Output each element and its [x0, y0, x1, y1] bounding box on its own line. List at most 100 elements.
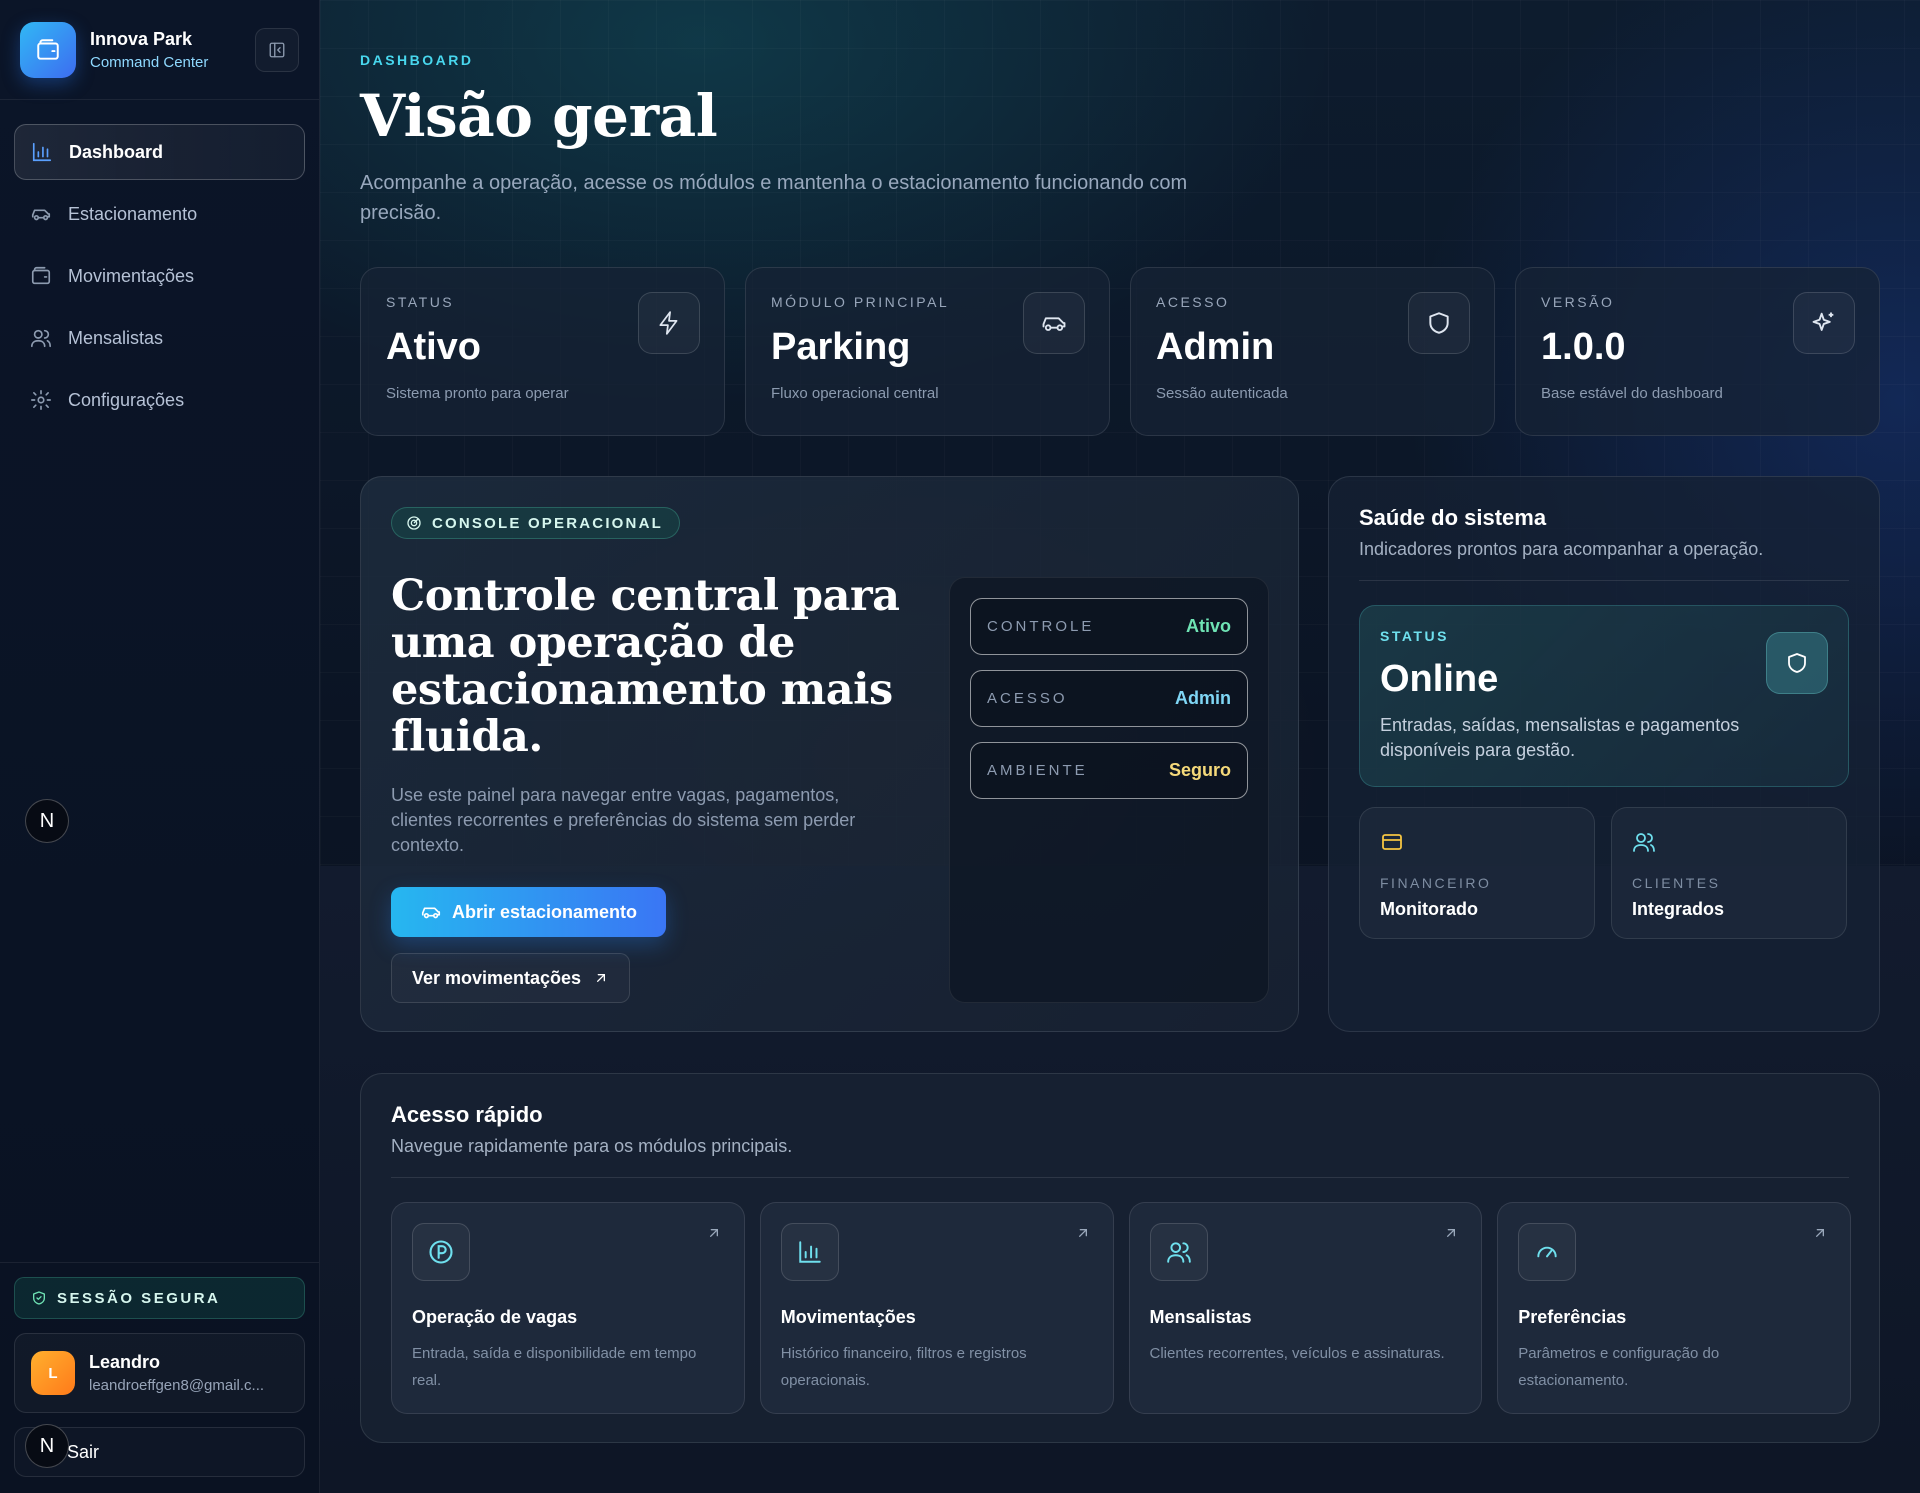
stats-row: STATUS Ativo Sistema pronto para operar …	[360, 267, 1880, 436]
stat-icon-box	[1023, 292, 1085, 354]
quick-card-title: Preferências	[1518, 1307, 1627, 1327]
stat-subtitle: Sessão autenticada	[1156, 385, 1288, 402]
console-badge: CONSOLE OPERACIONAL	[391, 507, 680, 539]
shield-icon	[1788, 653, 1806, 673]
sidebar-item-label: Mensalistas	[68, 327, 164, 348]
users-icon	[1633, 833, 1655, 852]
quick-grid: Operação de vagas Entrada, saída e dispo…	[391, 1202, 1851, 1414]
console-description: Use este painel para navegar entre vagas…	[391, 785, 856, 855]
stat-card-status: STATUS Ativo Sistema pronto para operar	[360, 267, 725, 436]
quick-card-title: Mensalistas	[1149, 1307, 1252, 1327]
panel-collapse-icon	[269, 42, 285, 57]
quick-access: Acesso rápido Navegue rapidamente para o…	[360, 1073, 1880, 1443]
control-value: Admin	[1175, 688, 1231, 708]
credit-card-icon	[1382, 834, 1402, 850]
quick-card-description: Entrada, saída e disponibilidade em temp…	[412, 1345, 697, 1389]
page-title: Visão geral	[360, 82, 718, 150]
chart-bars-icon	[32, 142, 52, 162]
sidebar: Innova Park Command Center Dashboard Est…	[0, 0, 320, 1493]
brand-logo	[20, 21, 76, 78]
stat-card-modulo: MÓDULO PRINCIPAL Parking Fluxo operacion…	[745, 267, 1110, 436]
quick-subtitle: Navegue rapidamente para os módulos prin…	[391, 1136, 793, 1156]
brand-subtitle: Command Center	[90, 53, 209, 71]
control-value: Ativo	[1186, 616, 1231, 636]
stat-icon-box	[1408, 292, 1470, 354]
open-parking-button[interactable]: Abrir estacionamento	[391, 887, 666, 937]
control-row-controle: CONTROLE Ativo	[970, 598, 1248, 655]
mini-value: Monitorado	[1380, 899, 1478, 919]
system-health: Saúde do sistema Indicadores prontos par…	[1328, 476, 1880, 1032]
stat-subtitle: Sistema pronto para operar	[386, 385, 569, 402]
stat-icon-box	[638, 292, 700, 354]
page-description: Acompanhe a operação, acesse os módulos …	[360, 172, 1188, 224]
arrow-up-right-icon	[597, 974, 606, 982]
secure-session-badge: SESSÃO SEGURA	[14, 1277, 305, 1319]
divider	[1359, 580, 1849, 581]
stat-card-acesso: ACESSO Admin Sessão autenticada	[1130, 267, 1495, 436]
bolt-icon	[659, 311, 678, 335]
sidebar-item-configuracoes[interactable]: Configurações	[14, 372, 305, 428]
avatar: L	[31, 1351, 75, 1395]
collapse-sidebar-button[interactable]	[255, 27, 299, 72]
health-subtitle: Indicadores prontos para acompanhar a op…	[1359, 539, 1764, 559]
view-movements-button[interactable]: Ver movimentações	[391, 953, 630, 1003]
quick-card-title: Movimentações	[780, 1307, 916, 1327]
quick-card-description: Parâmetros e configuração do estacioname…	[1518, 1345, 1720, 1389]
sparkles-icon	[1812, 312, 1834, 331]
car-icon	[421, 907, 441, 919]
chart-bars-icon	[799, 1241, 821, 1263]
quick-card-preferencias[interactable]: Preferências Parâmetros e configuração d…	[1497, 1202, 1851, 1414]
quick-card-description: Clientes recorrentes, veículos e assinat…	[1149, 1345, 1445, 1362]
stat-subtitle: Fluxo operacional central	[771, 385, 939, 402]
quick-card-mensalistas[interactable]: Mensalistas Clientes recorrentes, veícul…	[1128, 1202, 1483, 1414]
wallet-icon	[37, 38, 59, 60]
status-description: Entradas, saídas, mensalistas e pagament…	[1380, 715, 1740, 760]
users-icon	[1166, 1242, 1191, 1263]
health-title: Saúde do sistema	[1359, 505, 1547, 530]
gauge-icon	[1537, 1246, 1557, 1258]
shield-check-icon	[33, 1291, 45, 1305]
quick-icon-box	[780, 1223, 839, 1281]
arrow-up-right-icon	[1816, 1229, 1824, 1237]
console-title: Controle central para uma operação de es…	[391, 571, 900, 762]
n-avatar-badge[interactable]: N	[25, 1424, 69, 1468]
page-eyebrow: DASHBOARD	[360, 52, 474, 68]
control-value: Seguro	[1168, 760, 1231, 780]
parking-icon	[429, 1240, 453, 1264]
sidebar-item-dashboard[interactable]: Dashboard	[14, 124, 305, 180]
status-icon-box	[1766, 632, 1828, 694]
user-name: Leandro	[89, 1352, 161, 1372]
status-label: STATUS	[1380, 628, 1449, 644]
shield-icon	[1429, 312, 1449, 334]
stat-subtitle: Base estável do dashboard	[1541, 385, 1723, 402]
sidebar-item-label: Movimentações	[68, 265, 195, 286]
n-avatar-badge[interactable]: N	[25, 799, 69, 843]
financeiro-card: FINANCEIRO Monitorado	[1359, 807, 1595, 939]
mini-value: Integrados	[1632, 899, 1725, 919]
sidebar-item-movimentacoes[interactable]: Movimentações	[14, 248, 305, 304]
sidebar-item-estacionamento[interactable]: Estacionamento	[14, 186, 305, 242]
operational-console: CONSOLE OPERACIONAL Controle central par…	[360, 476, 1299, 1032]
brand-name: Innova Park	[90, 28, 193, 49]
sidebar-nav: Dashboard Estacionamento Movimentações M…	[0, 100, 319, 458]
quick-title: Acesso rápido	[391, 1102, 543, 1127]
sidebar-item-label: Estacionamento	[68, 203, 198, 224]
divider	[391, 1177, 1849, 1178]
sidebar-item-mensalistas[interactable]: Mensalistas	[14, 310, 305, 366]
gear-icon	[31, 390, 51, 410]
mini-label: FINANCEIRO	[1380, 875, 1492, 891]
brand: Innova Park Command Center	[0, 0, 319, 100]
wallet-icon	[31, 266, 51, 285]
arrow-up-right-icon	[1447, 1229, 1456, 1237]
sidebar-item-label: Configurações	[68, 389, 185, 410]
quick-icon-box	[412, 1223, 470, 1281]
control-panel: CONTROLE Ativo ACESSO Admin AMBIENTE Seg…	[949, 577, 1269, 1003]
quick-icon-box	[1149, 1223, 1208, 1281]
control-label: ACESSO	[987, 690, 1068, 707]
quick-card-vagas[interactable]: Operação de vagas Entrada, saída e dispo…	[391, 1202, 745, 1414]
user-card[interactable]: L Leandro leandroeffgen8@gmail.c...	[14, 1333, 305, 1413]
stat-icon-box	[1793, 292, 1855, 354]
users-icon	[31, 329, 51, 348]
quick-card-movimentacoes[interactable]: Movimentações Histórico financeiro, filt…	[759, 1202, 1114, 1414]
quick-card-title: Operação de vagas	[412, 1307, 578, 1327]
